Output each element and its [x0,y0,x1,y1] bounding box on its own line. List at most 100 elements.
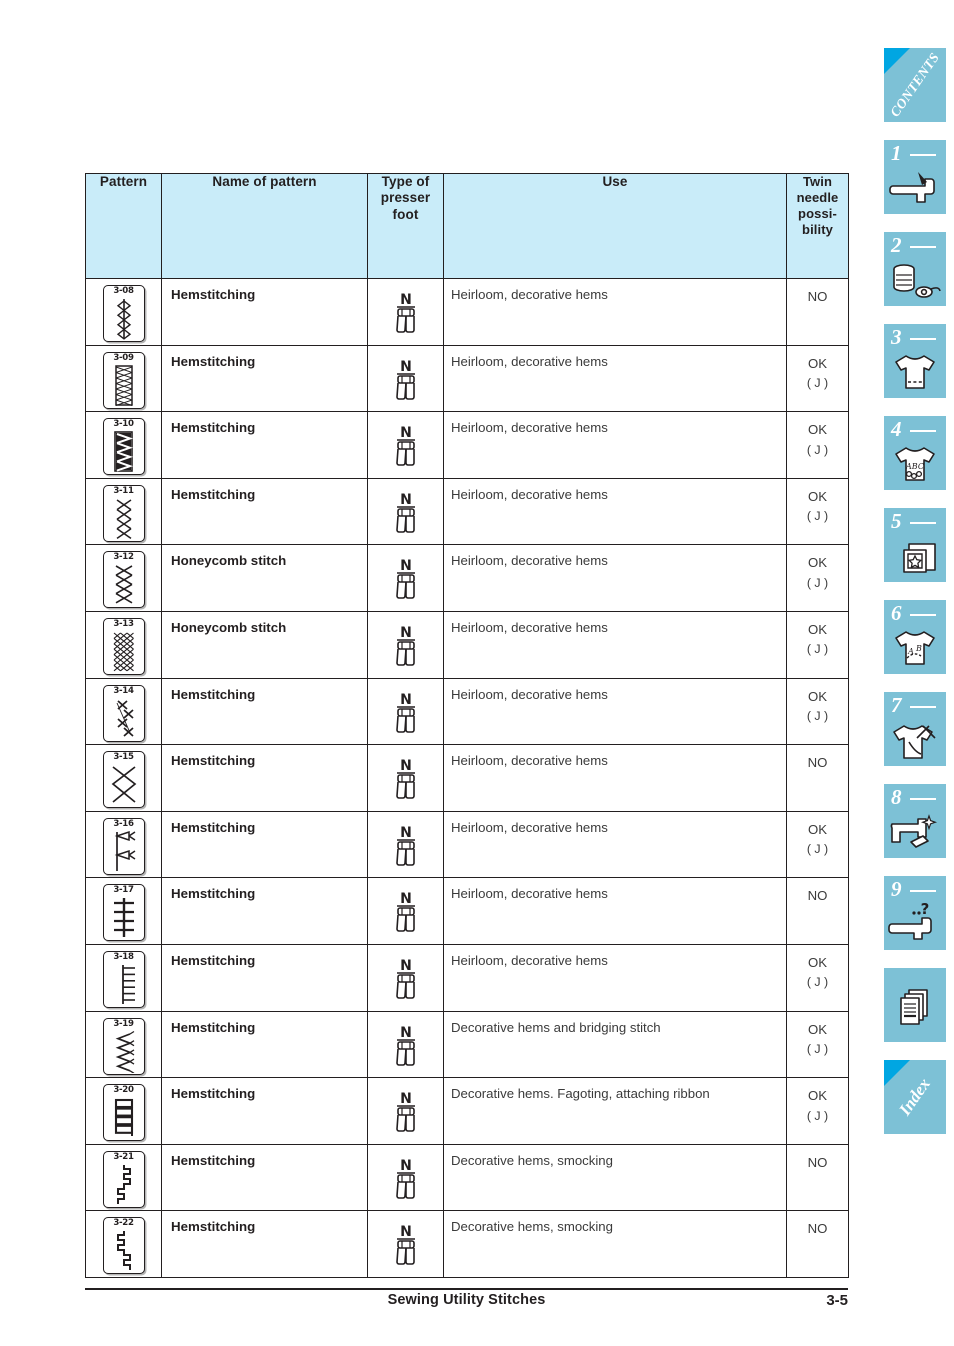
table-row: 3-21 Hemstitching N Decorative hems, smo… [85,1143,849,1212]
use-cell: Decorative hems. Fagoting, attaching rib… [443,1077,787,1145]
pattern-name-cell: Hemstitching [161,1010,368,1079]
presser-foot-cell: N [367,477,444,546]
use-cell: Heirloom, decorative hems [443,411,787,479]
pattern-name-cell: Hemstitching [161,1077,368,1145]
sidebar-tab-contents[interactable]: CONTENTS [884,48,946,122]
sidebar-tab-6[interactable]: 6 AB [884,600,946,674]
presser-foot-n-icon: N [383,819,429,869]
twin-needle-cell: OK ( J ) [786,1077,849,1145]
tab-dash [910,798,936,801]
presser-foot-cell: N [367,344,444,413]
pattern-cell: 3-19 [85,1010,162,1079]
twin-needle-cell: NO [786,877,849,945]
svg-text:N: N [400,1158,412,1174]
table-row: 3-14 Hemstitching N Heirloom, decorative… [85,677,849,746]
twin-needle-cell: NO [786,1210,849,1278]
presser-foot-n-icon: N [383,752,429,802]
presser-foot-header-line1: Type of [381,174,430,189]
twin-needle-value: NO [807,289,828,304]
pattern-tile-3-16: 3-16 [102,817,145,875]
pattern-cell: 3-15 [85,744,162,812]
sidebar-tab-9[interactable]: 9 ? [884,876,946,950]
twin-needle-foot-note: ( J ) [806,575,829,590]
twin-needle-cell: NO [786,1143,849,1212]
twin-needle-foot-note: ( J ) [806,1108,829,1123]
pattern-name-cell: Hemstitching [161,810,368,879]
pattern-cell: 3-14 [85,677,162,746]
pattern-name-cell: Hemstitching [161,477,368,546]
pattern-tile-3-08: 3-08 [102,285,145,342]
tab-label: Index [895,1074,935,1119]
twin-needle-value: OK [807,488,828,504]
sidebar-tab-4[interactable]: 4 ABC [884,416,946,490]
pattern-code-label: 3-13 [113,618,134,629]
pattern-tile-3-20: 3-20 [102,1084,145,1142]
pattern-code-label: 3-18 [113,951,134,962]
pattern-cell: 3-09 [85,344,162,413]
pattern-code-label: 3-11 [113,485,134,496]
svg-text:N: N [400,558,412,574]
table-body: 3-08 Hemstitching N Heirloom, decorative… [85,278,849,1278]
pattern-code-label: 3-12 [113,552,134,563]
presser-foot-cell: N [367,943,444,1012]
table-row: 3-10 Hemstitching N Heirloom, decorative… [85,411,849,479]
svg-text:N: N [400,1025,412,1041]
sidebar-tab-8[interactable]: 8 [884,784,946,858]
pattern-name-cell: Hemstitching [161,943,368,1012]
presser-foot-n-icon: N [383,353,429,403]
sidebar-tab-documents-icon[interactable] [884,968,946,1042]
twin-needle-cell: OK ( J ) [786,1010,849,1079]
table-row: 3-12 Honeycomb stitch N Heirloom, decora… [85,544,849,612]
twin-needle-cell: NO [786,744,849,812]
presser-foot-n-icon: N [383,552,429,602]
pattern-code-label: 3-16 [113,818,134,829]
pattern-name-cell: Hemstitching [161,1210,368,1278]
presser-foot-n-icon: N [383,1218,429,1268]
sidebar-tab-1[interactable]: 1 [884,140,946,214]
twin-needle-foot-note: ( J ) [806,975,829,990]
footer-divider [85,1288,848,1290]
twin-needle-value: OK [807,821,828,837]
pattern-name-cell: Honeycomb stitch [161,544,368,612]
sidebar-tab-2[interactable]: 2 [884,232,946,306]
pattern-tile-3-22: 3-22 [102,1217,145,1275]
twin-needle-foot-note: ( J ) [806,842,829,857]
svg-text:N: N [400,958,412,974]
sidebar-tab-3[interactable]: 3 [884,324,946,398]
twin-needle-cell: OK ( J ) [786,810,849,879]
pattern-code-label: 3-09 [113,352,134,363]
pattern-tile-3-13: 3-13 [102,617,145,675]
sidebar-tab-5[interactable]: 5 [884,508,946,582]
presser-foot-cell: N [367,1143,444,1212]
pattern-cell: 3-12 [85,544,162,612]
svg-text:N: N [400,692,412,708]
twin-needle-value: NO [807,888,828,904]
twin-needle-cell: OK ( J ) [786,411,849,479]
use-cell: Heirloom, decorative hems [443,278,787,346]
twin-header-line3: possi- [798,205,837,221]
presser-foot-n-icon: N [383,1152,429,1202]
sidebar-tab-index[interactable]: Index [884,1060,946,1134]
use-cell: Decorative hems, smocking [443,1210,787,1278]
table-row: 3-22 Hemstitching N Decorative hems, smo… [85,1210,849,1278]
svg-text:N: N [400,425,412,441]
presser-foot-cell: N [367,411,444,479]
twin-needle-cell: OK ( J ) [786,610,849,679]
pattern-cell: 3-16 [85,810,162,879]
pattern-tile-3-12: 3-12 [102,551,145,609]
pattern-code-label: 3-21 [113,1151,134,1162]
column-header-pattern: Pattern [85,173,162,279]
presser-foot-n-icon: N [383,286,429,336]
table-header: Pattern Name of pattern Type of presser … [85,173,849,279]
presser-foot-cell: N [367,877,444,945]
pattern-tile-3-10: 3-10 [102,418,145,476]
pattern-name-cell: Hemstitching [161,744,368,812]
twin-needle-foot-note: ( J ) [806,376,829,391]
presser-foot-n-icon: N [383,419,429,469]
presser-foot-header-line3: foot [392,206,419,222]
pattern-tile-3-17: 3-17 [102,884,145,942]
tab-dash [910,338,936,341]
pattern-cell: 3-17 [85,877,162,945]
tab-number: 7 [891,693,902,717]
sidebar-tab-7[interactable]: 7 [884,692,946,766]
